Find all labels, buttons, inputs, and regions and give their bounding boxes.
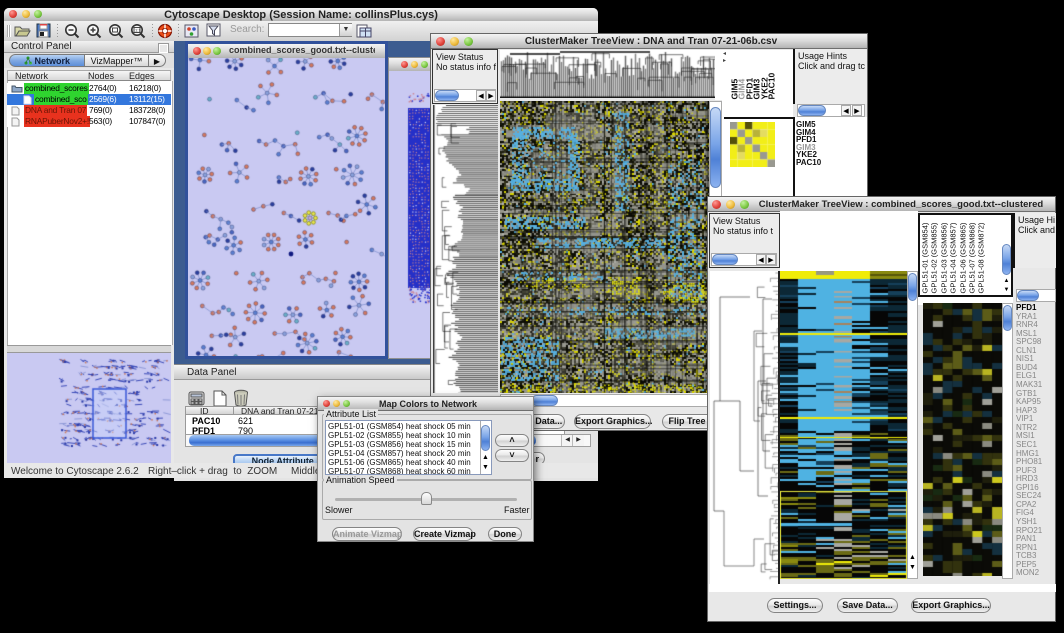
svg-text:1:1: 1:1 bbox=[135, 28, 141, 33]
